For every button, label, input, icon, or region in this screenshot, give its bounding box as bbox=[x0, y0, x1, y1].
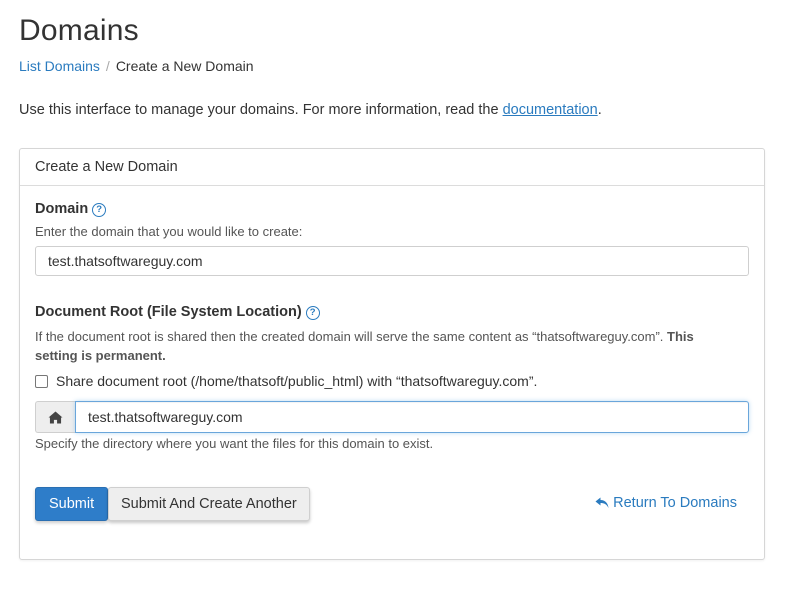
share-docroot-checkbox[interactable] bbox=[35, 374, 48, 388]
breadcrumb-list-domains-link[interactable]: List Domains bbox=[19, 58, 100, 74]
docroot-specify-text: Specify the directory where you want the… bbox=[35, 436, 434, 451]
panel-heading: Create a New Domain bbox=[20, 149, 764, 186]
breadcrumb-current: Create a New Domain bbox=[115, 58, 254, 74]
docroot-help-sentence: If the document root is shared then the … bbox=[35, 329, 668, 344]
help-icon[interactable]: ? bbox=[305, 306, 320, 320]
return-link-label[interactable]: Return To Domains bbox=[613, 495, 737, 511]
docroot-label: Document Root (File System Location)? bbox=[35, 304, 320, 320]
documentation-link[interactable]: documentation bbox=[503, 102, 598, 118]
domain-label: Domain? bbox=[35, 201, 107, 217]
docroot-help-text: If the document root is shared then the … bbox=[35, 327, 735, 365]
page-title: Domains bbox=[19, 14, 139, 47]
submit-and-create-another-button[interactable]: Submit And Create Another bbox=[108, 487, 310, 521]
docroot-addon bbox=[35, 401, 75, 433]
docroot-input-group bbox=[35, 401, 749, 433]
submit-button[interactable]: Submit bbox=[35, 487, 109, 521]
intro-sentence: Use this interface to manage your domain… bbox=[19, 102, 503, 118]
intro-period: . bbox=[597, 102, 602, 118]
create-domain-panel: Create a New Domain Domain? Enter the do… bbox=[19, 148, 765, 560]
reply-arrow-icon bbox=[595, 497, 609, 508]
share-docroot-label[interactable]: Share document root (/home/thatsoft/publ… bbox=[56, 373, 537, 389]
return-to-domains-link[interactable]: Return To Domains bbox=[595, 495, 737, 511]
docroot-help-bold: This bbox=[667, 329, 694, 344]
domain-label-text: Domain bbox=[35, 201, 89, 217]
breadcrumb: List Domains / Create a New Domain bbox=[19, 58, 254, 74]
help-icon[interactable]: ? bbox=[92, 203, 107, 217]
intro-text: Use this interface to manage your domain… bbox=[19, 102, 602, 118]
domain-help-text: Enter the domain that you would like to … bbox=[35, 224, 303, 239]
share-docroot-row[interactable]: Share document root (/home/thatsoft/publ… bbox=[35, 373, 537, 389]
domain-input[interactable] bbox=[35, 246, 749, 276]
breadcrumb-separator: / bbox=[105, 58, 110, 74]
docroot-help-bold-2: setting is permanent. bbox=[35, 348, 166, 363]
docroot-input[interactable] bbox=[75, 401, 749, 433]
home-icon bbox=[48, 410, 63, 424]
docroot-label-text: Document Root (File System Location) bbox=[35, 304, 302, 320]
